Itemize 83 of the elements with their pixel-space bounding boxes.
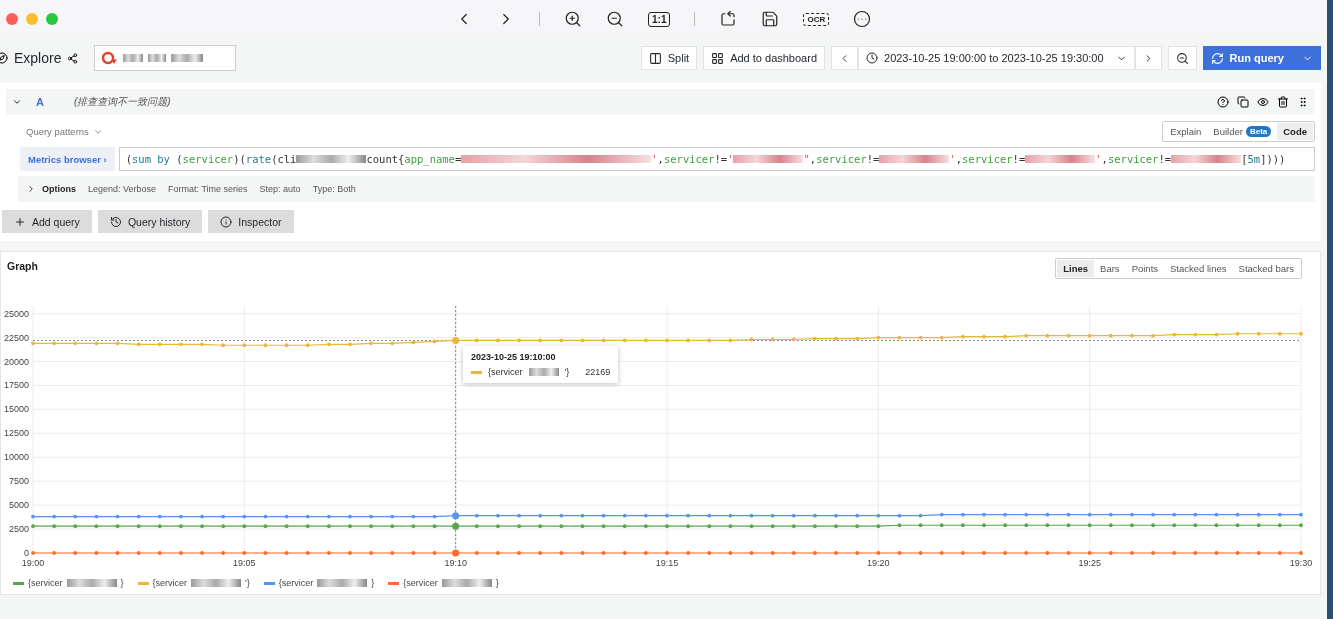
delete-icon[interactable] <box>1277 96 1289 108</box>
ocr-button[interactable]: OCR <box>803 12 830 26</box>
y-axis-label: 20000 <box>3 356 29 367</box>
datasource-logo-icon <box>102 51 119 65</box>
query-note: (排查查询不一致问题) <box>74 95 171 109</box>
info-icon <box>220 215 233 228</box>
time-range-picker[interactable]: 2023-10-25 19:00:00 to 2023-10-25 19:30:00 <box>858 46 1135 70</box>
editor-mode-tab[interactable]: Builder Beta <box>1207 123 1278 140</box>
drag-handle-icon[interactable] <box>1297 96 1309 108</box>
y-axis-label: 5000 <box>8 500 29 511</box>
close-button[interactable] <box>6 13 18 25</box>
panel-title: Graph <box>7 260 38 272</box>
option-summary: Format: Time series <box>168 184 248 194</box>
zoom-out-icon <box>1175 51 1189 65</box>
zoom-in-icon <box>564 10 582 28</box>
eye-icon[interactable] <box>1257 96 1269 108</box>
graph-type-tab[interactable]: Stacked bars <box>1232 260 1300 277</box>
graph-type-tab[interactable]: Points <box>1125 260 1165 277</box>
clock-icon <box>866 52 878 64</box>
option-summary: Type: Both <box>312 184 356 194</box>
y-axis-label: 0 <box>24 548 29 558</box>
more-button[interactable] <box>853 10 872 28</box>
y-axis-label: 12500 <box>3 428 29 439</box>
graph-type-tab[interactable]: Stacked lines <box>1164 260 1233 277</box>
options-toggle[interactable]: Options <box>26 184 76 194</box>
actual-size-button[interactable]: 1:1 <box>648 11 671 27</box>
zoom-out-range-button[interactable] <box>1167 46 1197 70</box>
y-axis-label: 15000 <box>3 404 29 415</box>
columns-icon <box>648 51 662 65</box>
beta-badge: Beta <box>1245 126 1272 137</box>
y-axis-label: 7500 <box>8 476 29 487</box>
y-axis-label: 25000 <box>3 308 29 319</box>
legend-item[interactable]: {servicer } <box>263 578 375 588</box>
share-icon[interactable] <box>67 52 79 64</box>
option-summary: Step: auto <box>259 184 301 194</box>
y-axis-label: 2500 <box>8 524 29 535</box>
rotate-icon <box>719 10 738 28</box>
grid-icon <box>711 51 725 65</box>
graph-type-tab[interactable]: Bars <box>1094 260 1126 277</box>
plus-icon <box>14 215 26 228</box>
collapse-icon[interactable] <box>12 97 22 107</box>
refresh-icon <box>1210 51 1224 65</box>
more-circle-icon <box>853 10 872 28</box>
editor-mode-tab[interactable]: Explain <box>1164 123 1208 140</box>
editor-mode-tab[interactable]: Code <box>1277 123 1313 140</box>
y-axis-label: 22500 <box>3 332 29 343</box>
add-query-button[interactable]: Add query <box>2 210 92 233</box>
metrics-browser-button[interactable]: Metrics browser › <box>20 147 115 171</box>
zoom-in-button[interactable] <box>564 10 582 28</box>
help-icon[interactable] <box>1217 96 1229 108</box>
query-history-button[interactable]: Query history <box>97 210 203 233</box>
x-axis-label: 19:25 <box>1078 558 1101 568</box>
tooltip-time: 2023-10-25 19:10:00 <box>471 352 557 362</box>
legend-item[interactable]: {servicer '} <box>137 578 250 588</box>
x-axis-label: 19:30 <box>1289 558 1313 568</box>
datasource-picker[interactable] <box>94 45 237 71</box>
x-axis-label: 19:05 <box>233 558 256 568</box>
x-axis-label: 19:20 <box>867 558 890 568</box>
history-icon <box>109 215 122 228</box>
legend-item[interactable]: {servicer } <box>388 578 499 588</box>
x-axis-label: 19:00 <box>21 558 45 568</box>
add-to-dashboard-button[interactable]: Add to dashboard <box>703 46 825 70</box>
x-axis-label: 19:15 <box>655 558 679 568</box>
y-axis-label: 17500 <box>3 380 29 391</box>
zoom-out-icon <box>606 10 624 28</box>
zoom-out-button[interactable] <box>606 10 624 28</box>
page-title: Explore <box>14 50 62 66</box>
graph-type-tab[interactable]: Lines <box>1057 260 1095 277</box>
y-axis-label: 10000 <box>3 452 29 463</box>
chevron-right-icon <box>26 184 36 194</box>
run-query-button[interactable]: Run query <box>1202 46 1321 70</box>
query-patterns-dropdown[interactable]: Query patterns <box>26 126 103 137</box>
duplicate-icon[interactable] <box>1237 96 1249 108</box>
legend-item[interactable]: {servicer } <box>13 578 124 588</box>
rotate-button[interactable] <box>719 10 738 28</box>
option-summary: Legend: Verbose <box>88 184 157 194</box>
inspector-button[interactable]: Inspector <box>208 210 294 233</box>
split-button[interactable]: Split <box>640 46 698 70</box>
query-field[interactable]: (sum by (servicer)(rate(cli count{app_name= ',servicer!=' ",servicer!= ',servicer!= ',servicer!= [5m]))) <box>118 147 1315 171</box>
tooltip-series: {servicer '} 22169 <box>471 367 611 377</box>
save-button[interactable] <box>761 10 780 28</box>
x-axis-label: 19:10 <box>444 558 467 568</box>
query-ref-id: A <box>36 96 45 108</box>
